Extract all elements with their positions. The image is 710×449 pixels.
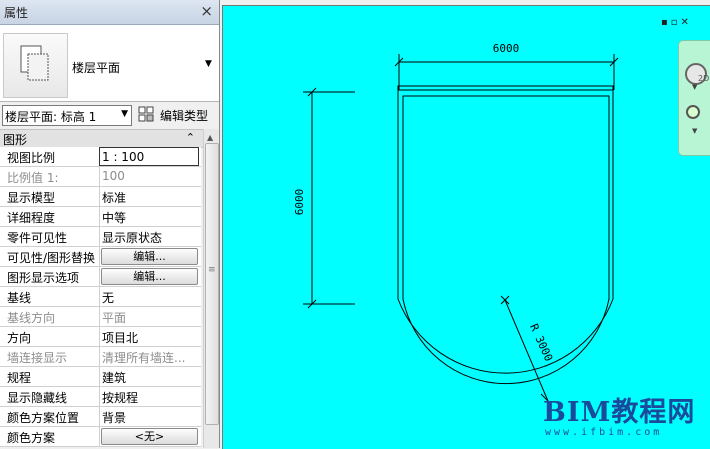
- zoom-icon[interactable]: [686, 105, 700, 119]
- property-label: 详细程度: [7, 211, 56, 225]
- property-value[interactable]: 显示原状态: [99, 227, 201, 246]
- property-label: 可见性/图形替换: [7, 251, 96, 265]
- property-label: 零件可见性: [7, 231, 68, 245]
- floor-plan-icon: [3, 33, 68, 98]
- property-row: 图形显示选项 编辑...: [0, 267, 201, 287]
- properties-scrollbar[interactable]: ▲ ≡: [203, 129, 219, 448]
- floor-plan-drawing: 6000 6000 R 3000: [293, 42, 619, 405]
- color-scheme-button[interactable]: <无>: [101, 428, 198, 445]
- watermark-url: www.ifbim.com: [545, 427, 663, 438]
- properties-title: 属性: [4, 6, 29, 20]
- collapse-icon[interactable]: ⌃: [186, 131, 195, 144]
- property-value[interactable]: 项目北: [99, 327, 201, 346]
- edit-graphic-display-button[interactable]: 编辑...: [101, 268, 198, 285]
- property-label: 视图比例: [7, 151, 56, 165]
- property-row: 颜色方案位置 背景: [0, 407, 201, 427]
- watermark: BIM教程网 www.ifbim.com: [543, 397, 696, 439]
- property-value[interactable]: 按规程: [99, 387, 201, 406]
- property-value: 编辑...: [99, 247, 201, 266]
- view-window-controls[interactable]: ▪▫✕: [661, 17, 692, 28]
- property-value: <无>: [99, 427, 201, 446]
- type-name: 楼层平面: [72, 61, 121, 75]
- property-value: 平面: [99, 307, 201, 326]
- edit-type-icon: [138, 106, 154, 122]
- drawing-canvas[interactable]: 6000 6000 R 3000: [222, 5, 710, 449]
- property-label: 显示模型: [7, 191, 56, 205]
- property-label: 基线方向: [7, 311, 56, 325]
- property-label: 颜色方案: [7, 431, 56, 445]
- property-row: 方向 项目北: [0, 327, 201, 347]
- view-scale-input[interactable]: 1 : 100: [99, 147, 199, 166]
- wall-outer-line: [397, 85, 614, 374]
- property-value: 编辑...: [99, 267, 201, 286]
- instance-filter-value: 楼层平面: 标高 1: [5, 110, 97, 124]
- properties-titlebar: 属性 ×: [0, 0, 219, 25]
- property-row: 规程 建筑: [0, 367, 201, 387]
- property-label: 颜色方案位置: [7, 411, 80, 425]
- dim-radius-text: R 3000: [527, 322, 555, 364]
- close-icon[interactable]: ×: [200, 2, 213, 20]
- scroll-grip-icon: ≡: [208, 265, 216, 275]
- property-label: 规程: [7, 371, 32, 385]
- property-label: 方向: [7, 331, 32, 345]
- property-value[interactable]: 无: [99, 287, 201, 306]
- property-row: 显示模型 标准: [0, 187, 201, 207]
- scroll-up-icon[interactable]: ▲: [207, 133, 213, 142]
- chevron-down-icon[interactable]: ▼: [692, 83, 697, 91]
- property-row: 比例值 1: 100: [0, 167, 201, 187]
- property-value[interactable]: 中等: [99, 207, 201, 226]
- chevron-down-icon[interactable]: ▼: [692, 127, 697, 135]
- type-selector[interactable]: 楼层平面 ▼: [0, 25, 219, 102]
- property-value[interactable]: 标准: [99, 187, 201, 206]
- property-row: 零件可见性 显示原状态: [0, 227, 201, 247]
- property-row: 基线方向 平面: [0, 307, 201, 327]
- property-row: 颜色方案 <无>: [0, 427, 201, 447]
- property-row: 显示隐藏线 按规程: [0, 387, 201, 407]
- property-value[interactable]: 背景: [99, 407, 201, 426]
- property-row: 详细程度 中等: [0, 207, 201, 227]
- property-value: 清理所有墙连...: [99, 347, 201, 366]
- wall-inner-line: [402, 95, 610, 385]
- scrollbar-thumb[interactable]: [205, 143, 219, 425]
- property-rows: 视图比例 1 : 100 比例值 1: 100 显示模型 标准 详细程度 中等 …: [0, 147, 201, 447]
- property-row: 基线 无: [0, 287, 201, 307]
- property-label: 比例值 1:: [7, 171, 59, 185]
- property-row: 墙连接显示 清理所有墙连...: [0, 347, 201, 367]
- property-row: 可见性/图形替换 编辑...: [0, 247, 201, 267]
- property-value[interactable]: 建筑: [99, 367, 201, 386]
- navbar-2d-label: 2D: [698, 74, 710, 83]
- group-header-graphics[interactable]: 图形 ⌃: [0, 129, 203, 148]
- instance-filter-select[interactable]: 楼层平面: 标高 1 ▼: [2, 105, 132, 126]
- edit-visibility-button[interactable]: 编辑...: [101, 248, 198, 265]
- property-label: 图形显示选项: [7, 271, 80, 285]
- edit-type-label: 编辑类型: [160, 109, 209, 123]
- type-dropdown-icon[interactable]: ▼: [205, 59, 212, 69]
- dim-height-text: 6000: [293, 189, 306, 216]
- dim-width-text: 6000: [493, 42, 520, 55]
- navigation-bar: 2D ▼ ▼: [678, 40, 710, 156]
- property-label: 基线: [7, 291, 32, 305]
- property-label: 墙连接显示: [7, 351, 68, 365]
- properties-panel: 属性 × 楼层平面 ▼ 楼层平面: 标高 1 ▼ 编辑类型 图形 ⌃ 视图比例: [0, 0, 220, 448]
- property-label: 显示隐藏线: [7, 391, 68, 405]
- chevron-down-icon: ▼: [121, 109, 128, 119]
- property-value: 100: [99, 167, 201, 186]
- group-title: 图形: [3, 133, 28, 147]
- property-row: 视图比例 1 : 100: [0, 147, 201, 167]
- watermark-title: BIM教程网: [543, 397, 696, 428]
